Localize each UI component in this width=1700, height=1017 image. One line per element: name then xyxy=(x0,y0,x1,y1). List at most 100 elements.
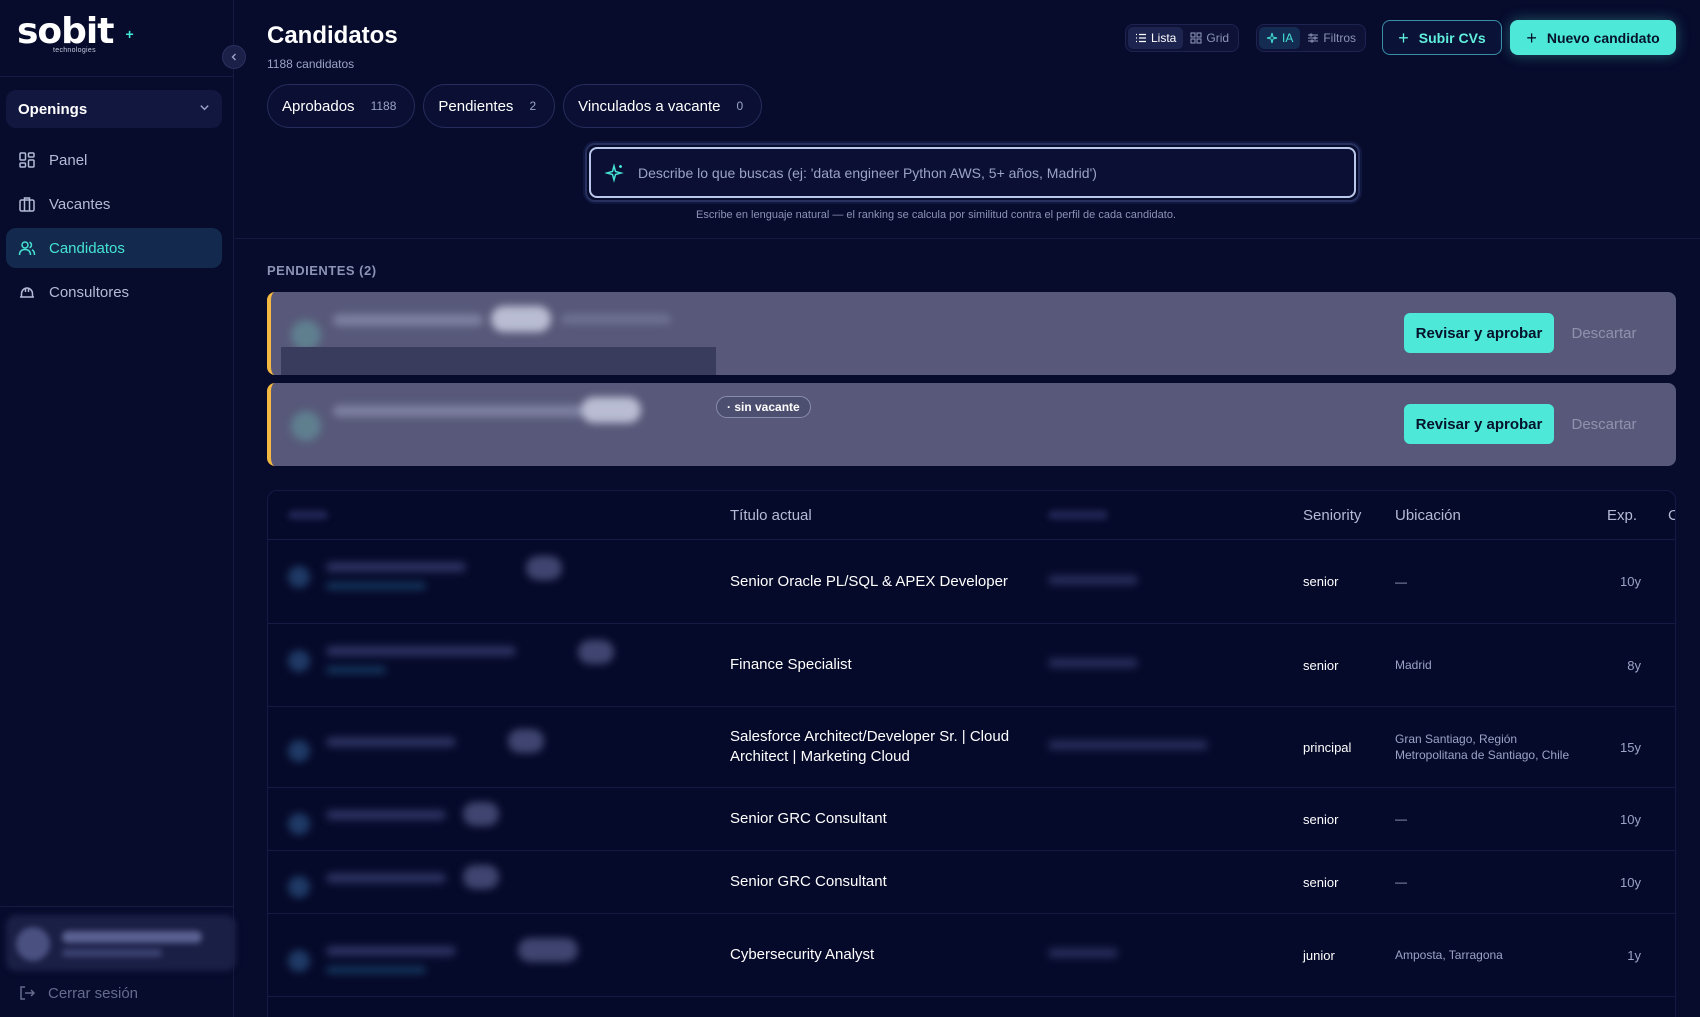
view-list-label: Lista xyxy=(1151,31,1177,45)
upload-cvs-button[interactable]: + Subir CVs xyxy=(1382,20,1502,55)
cell-seniority: senior xyxy=(1303,874,1339,890)
hard-hat-icon xyxy=(18,283,36,301)
sidebar-item-label: Consultores xyxy=(49,283,130,301)
sidebar-item-consultores[interactable]: Consultores xyxy=(6,272,222,312)
chevron-down-icon xyxy=(199,102,210,116)
candidate-count: 1188 candidatos xyxy=(267,57,355,71)
approve-label: Revisar y aprobar xyxy=(1415,324,1543,342)
cell-location: Gran Santiago, Región Metropolitana de S… xyxy=(1395,732,1570,762)
sidebar-item-vacantes[interactable]: Vacantes xyxy=(6,184,222,224)
upload-cvs-label: Subir CVs xyxy=(1418,29,1486,46)
ai-search-input[interactable] xyxy=(638,164,1318,181)
review-approve-button[interactable]: Revisar y aprobar xyxy=(1404,404,1554,444)
column-header-location[interactable]: Ubicación xyxy=(1395,491,1461,539)
redacted-column-header xyxy=(288,510,328,520)
cell-exp: 15y xyxy=(1620,739,1641,755)
approve-label: Revisar y aprobar xyxy=(1415,415,1543,433)
sidebar-item-label: Panel xyxy=(49,151,88,169)
sparkle-icon xyxy=(1266,32,1278,44)
cv-file-icon[interactable] xyxy=(1674,540,1675,623)
cell-location: Amposta, Tarragona xyxy=(1395,948,1503,962)
chip-pendientes[interactable]: Pendientes 2 xyxy=(423,84,556,128)
column-header-cv: CV xyxy=(1668,491,1675,539)
cell-title: Finance Specialist xyxy=(730,656,852,673)
sidebar: sobit technologies + Openings Panel Vaca… xyxy=(0,0,236,1017)
pending-section-title: PENDIENTES (2) xyxy=(267,263,377,278)
cell-title: Senior GRC Consultant xyxy=(730,873,887,890)
briefcase-icon xyxy=(18,195,36,213)
logout-label: Cerrar sesión xyxy=(48,984,139,1002)
ai-search-box xyxy=(589,147,1356,198)
sidebar-item-label: Vacantes xyxy=(49,195,111,213)
view-list-toggle[interactable]: Lista xyxy=(1128,27,1184,49)
cv-file-icon[interactable] xyxy=(1674,624,1675,706)
main-content: Candidatos 1188 candidatos Lista Grid IA… xyxy=(235,0,1700,1017)
chip-aprobados[interactable]: Aprobados 1188 xyxy=(267,84,416,128)
redacted-candidate-info xyxy=(281,391,701,461)
dashboard-icon xyxy=(18,151,36,169)
cell-seniority: senior xyxy=(1303,657,1339,673)
redacted-column-header xyxy=(1048,510,1108,520)
mode-filters-toggle[interactable]: Filtros xyxy=(1300,27,1363,49)
workspace-selector[interactable]: Openings xyxy=(6,90,222,128)
list-icon xyxy=(1136,33,1146,43)
collapse-sidebar-button[interactable] xyxy=(222,45,246,69)
candidates-table: Título actual Seniority Ubicación Exp. C… xyxy=(267,490,1676,1017)
mode-filters-label: Filtros xyxy=(1323,31,1357,45)
column-header-seniority[interactable]: Seniority xyxy=(1303,491,1361,539)
avatar xyxy=(16,927,50,961)
sidebar-divider xyxy=(0,906,234,907)
workspace-label: Openings xyxy=(18,100,88,118)
cv-file-icon[interactable] xyxy=(1674,914,1675,996)
pending-candidate-card: Revisar y aprobar Descartar xyxy=(267,292,1676,375)
redacted-area xyxy=(281,347,716,375)
sparkle-icon: + xyxy=(125,26,134,42)
cell-seniority: senior xyxy=(1303,811,1339,827)
cell-location: — xyxy=(1395,574,1407,589)
no-vacancy-badge: · sin vacante xyxy=(716,396,811,418)
sidebar-item-label: Candidatos xyxy=(49,239,125,257)
plus-icon: + xyxy=(1526,27,1537,48)
mode-ai-toggle[interactable]: IA xyxy=(1259,27,1301,49)
user-email-redacted xyxy=(62,949,162,957)
sparkle-icon xyxy=(605,162,624,183)
chip-vinculados[interactable]: Vinculados a vacante 0 xyxy=(563,84,763,128)
cell-exp: 10y xyxy=(1620,574,1641,589)
sidebar-nav: Panel Vacantes Candidatos Consultores xyxy=(6,140,222,316)
cell-seniority: junior xyxy=(1303,947,1335,963)
sidebar-divider xyxy=(0,76,234,77)
cell-location: — xyxy=(1395,875,1407,889)
cell-exp: 8y xyxy=(1627,657,1641,673)
chevron-left-icon xyxy=(231,53,236,61)
chip-count: 2 xyxy=(529,99,537,113)
user-profile[interactable] xyxy=(6,915,236,971)
review-approve-button[interactable]: Revisar y aprobar xyxy=(1404,313,1554,353)
discard-button[interactable]: Descartar xyxy=(1564,313,1644,353)
discard-button[interactable]: Descartar xyxy=(1564,404,1644,444)
logout-button[interactable]: Cerrar sesión xyxy=(18,984,138,1002)
cv-file-icon-disabled xyxy=(1674,788,1675,850)
status-chips: Aprobados 1188 Pendientes 2 Vinculados a… xyxy=(267,84,763,128)
section-divider xyxy=(235,238,1700,239)
cv-file-icon-disabled xyxy=(1674,851,1675,913)
sidebar-item-candidatos[interactable]: Candidatos xyxy=(6,228,222,268)
cell-title: Senior Oracle PL/SQL & APEX Developer xyxy=(730,572,1008,590)
chip-label: Pendientes xyxy=(438,97,514,115)
user-name-redacted xyxy=(62,931,202,943)
new-candidate-label: Nuevo candidato xyxy=(1546,29,1660,46)
cell-location: — xyxy=(1395,812,1407,826)
cv-file-icon[interactable] xyxy=(1674,707,1675,787)
sidebar-item-panel[interactable]: Panel xyxy=(6,140,222,180)
view-toggle: Lista Grid xyxy=(1125,24,1240,52)
view-grid-toggle[interactable]: Grid xyxy=(1183,27,1236,49)
sliders-icon xyxy=(1308,33,1319,43)
mode-ai-label: IA xyxy=(1282,31,1294,45)
cell-exp: 1y xyxy=(1627,947,1641,963)
cell-exp: 10y xyxy=(1620,811,1641,827)
page-title: Candidatos xyxy=(267,22,398,49)
new-candidate-button[interactable]: + Nuevo candidato xyxy=(1510,20,1676,55)
column-header-title[interactable]: Título actual xyxy=(730,491,812,539)
pending-candidate-card: · sin vacante Revisar y aprobar Descarta… xyxy=(267,383,1676,466)
column-header-exp[interactable]: Exp. xyxy=(1607,491,1637,539)
brand-logo[interactable]: sobit technologies + xyxy=(17,14,134,56)
